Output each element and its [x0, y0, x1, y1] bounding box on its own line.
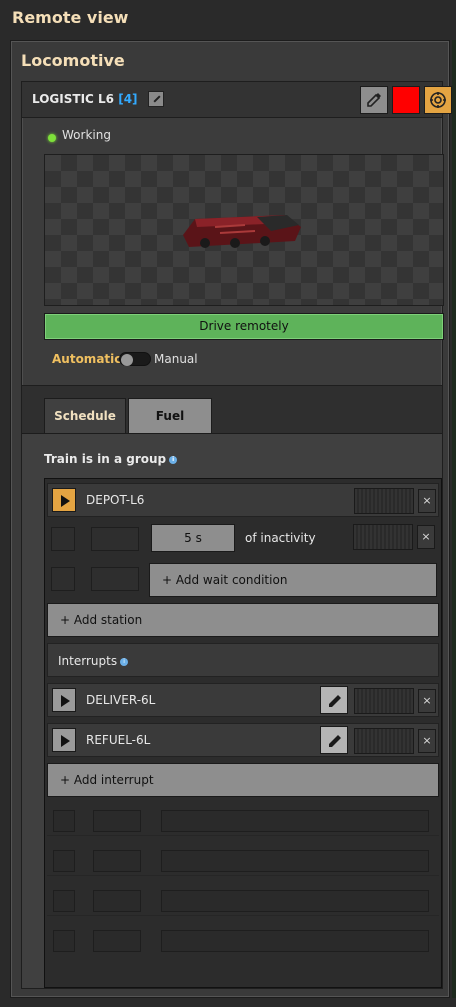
interrupt-row[interactable]: REFUEL-6L ×	[47, 723, 439, 757]
empty-slot	[53, 890, 75, 912]
add-wait-condition-button[interactable]: + Add wait condition	[149, 563, 437, 597]
locomotive-header: LOGISTIC L6 [4]	[22, 82, 452, 118]
empty-row	[47, 885, 439, 919]
station-row[interactable]: DEPOT-L6 ×	[47, 483, 439, 517]
condition-slot-wide-2	[91, 567, 139, 591]
edit-interrupt-button[interactable]	[320, 726, 348, 754]
interrupts-label: Interrupts i	[58, 654, 129, 668]
add-interrupt-button[interactable]: + Add interrupt	[47, 763, 439, 797]
condition-slot	[51, 527, 75, 551]
map-view-button[interactable]	[424, 86, 452, 114]
play-interrupt-button[interactable]	[52, 728, 76, 752]
interrupt-progress	[354, 688, 414, 714]
rename-button[interactable]	[148, 91, 164, 107]
status-indicator-icon	[48, 134, 56, 142]
interrupt-row[interactable]: DELIVER-6L ×	[47, 683, 439, 717]
station-progress	[354, 488, 414, 514]
empty-slot	[53, 850, 75, 872]
empty-slot	[93, 810, 141, 832]
drive-remotely-button[interactable]: Drive remotely	[44, 313, 444, 340]
interrupt-name: REFUEL-6L	[86, 733, 151, 747]
remove-interrupt-button[interactable]: ×	[418, 689, 436, 713]
edit-interrupt-button[interactable]	[320, 686, 348, 714]
info-icon[interactable]: i	[169, 455, 178, 464]
locomotive-name: LOGISTIC L6 [4]	[32, 92, 138, 106]
pencil-icon	[329, 695, 341, 707]
empty-slot	[93, 930, 141, 952]
locomotive-panel: Locomotive LOGISTIC L6 [4] Working Drive…	[10, 40, 452, 998]
group-label: Train is in a group i	[44, 452, 178, 466]
empty-slot	[161, 810, 429, 832]
schedule-area: Schedule Fuel Train is in a group i DEPOT…	[21, 385, 443, 989]
condition-progress	[353, 524, 413, 550]
empty-row	[47, 845, 439, 879]
manual-label: Manual	[154, 352, 198, 366]
condition-slot-wide	[91, 527, 139, 551]
color-picker-button[interactable]	[360, 86, 388, 114]
locomotive-image	[183, 215, 301, 248]
station-name: DEPOT-L6	[86, 493, 145, 507]
empty-slot	[93, 890, 141, 912]
empty-slot	[53, 930, 75, 952]
info-icon[interactable]: i	[120, 657, 129, 666]
empty-slot	[161, 930, 429, 952]
panel-title: Locomotive	[21, 51, 125, 70]
tab-schedule[interactable]: Schedule	[44, 398, 126, 434]
tab-fuel[interactable]: Fuel	[128, 398, 212, 434]
empty-slot	[161, 890, 429, 912]
interrupt-name: DELIVER-6L	[86, 693, 156, 707]
group-label-text: Train is in a group	[44, 452, 167, 466]
play-interrupt-button[interactable]	[52, 688, 76, 712]
condition-text: of inactivity	[245, 531, 316, 545]
divider	[47, 875, 439, 876]
add-station-button[interactable]: + Add station	[47, 603, 439, 637]
remove-station-button[interactable]: ×	[418, 489, 436, 513]
locomotive-count: [4]	[118, 92, 138, 106]
empty-slot	[93, 850, 141, 872]
mode-toggle[interactable]	[119, 352, 151, 366]
empty-slot	[53, 810, 75, 832]
interrupts-label-text: Interrupts	[58, 654, 118, 668]
schedule-list: DEPOT-L6 × 5 s of inactivity × + Add wai…	[44, 478, 442, 988]
locomotive-preview[interactable]	[44, 154, 444, 306]
empty-row	[47, 805, 439, 839]
automatic-label: Automatic	[52, 352, 122, 366]
empty-slot	[161, 850, 429, 872]
window-title: Remote view	[12, 8, 129, 27]
play-station-button[interactable]	[52, 488, 76, 512]
schedule-tab-body: Train is in a group i DEPOT-L6 × 5 s of i…	[22, 433, 442, 988]
condition-time-button[interactable]: 5 s	[151, 524, 235, 552]
interrupt-progress	[354, 728, 414, 754]
interrupts-header: Interrupts i	[47, 643, 439, 677]
toggle-knob	[121, 354, 133, 366]
divider	[47, 915, 439, 916]
divider	[47, 835, 439, 836]
status-text: Working	[62, 128, 111, 142]
pencil-icon	[329, 735, 341, 747]
window-edge	[452, 40, 456, 998]
remove-condition-button[interactable]: ×	[417, 525, 435, 549]
eyedropper-icon	[367, 93, 381, 107]
condition-slot-2	[51, 567, 75, 591]
color-swatch-button[interactable]	[392, 86, 420, 114]
locomotive-box: LOGISTIC L6 [4] Working Drive remotely A…	[21, 81, 452, 423]
target-icon	[430, 92, 446, 108]
locomotive-name-text: LOGISTIC L6	[32, 92, 115, 106]
empty-row	[47, 925, 439, 959]
remove-interrupt-button[interactable]: ×	[418, 729, 436, 753]
